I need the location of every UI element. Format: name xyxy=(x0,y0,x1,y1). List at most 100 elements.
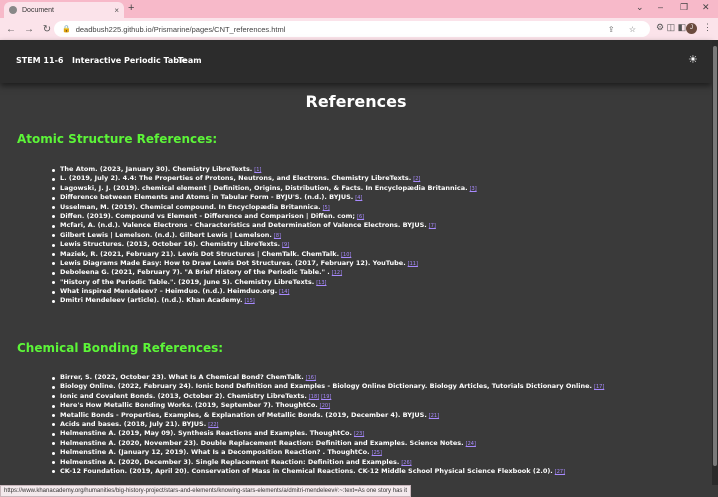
reference-item: Metallic Bonds - Properties, Examples, &… xyxy=(51,410,604,420)
reference-item: Helmenstine A. (2019, May 09). Synthesis… xyxy=(51,429,604,438)
reference-link[interactable]: [14] xyxy=(279,289,289,295)
lock-icon[interactable]: 🔒 xyxy=(62,25,71,33)
reference-text: CK-12 Foundation. (2019, April 20). Cons… xyxy=(60,466,553,475)
reference-item: Lagowski, J. J. (2019). chemical element… xyxy=(52,184,477,193)
browser-menu-icon[interactable]: ⋮ xyxy=(703,22,712,33)
reference-link[interactable]: [19] xyxy=(321,394,331,400)
reference-link[interactable]: [27] xyxy=(555,469,565,475)
reference-item: Lewis Diagrams Made Easy: How to Draw Le… xyxy=(52,258,477,268)
reference-text: Mcfari, A. (n.d.). Valence Electrons - C… xyxy=(60,221,427,230)
reference-item: Helmenstine A. (January 12, 2019). What … xyxy=(51,448,604,457)
browser-tab-strip: Document × + ⌄ – ❐ ✕ xyxy=(0,0,718,18)
minimize-button[interactable]: – xyxy=(658,2,663,12)
status-bar-url: https://www.khanacademy.org/humanities/b… xyxy=(0,485,412,497)
reference-link[interactable]: [25] xyxy=(372,450,382,456)
restore-button[interactable]: ❐ xyxy=(680,2,688,13)
reference-text: Birrer, S. (2022, October 23). What Is A… xyxy=(60,373,304,381)
reference-text: Biology Online. (2022, February 24). Ion… xyxy=(60,382,593,391)
reference-link[interactable]: [12] xyxy=(332,270,342,276)
reference-item: Helmenstine A. (2020, December 3). Singl… xyxy=(51,457,604,467)
reference-link[interactable]: [15] xyxy=(244,298,254,304)
section-heading-bonding: Chemical Bonding References: xyxy=(17,341,224,355)
tab-title: Document xyxy=(22,6,54,14)
profile-avatar[interactable]: J xyxy=(686,23,697,34)
reference-text: Helmenstine A. (January 12, 2019). What … xyxy=(60,448,370,457)
reference-link[interactable]: [5] xyxy=(323,205,330,211)
reference-link[interactable]: [7] xyxy=(429,223,436,229)
reference-text: Difference between Elements and Atoms in… xyxy=(60,193,354,202)
bonding-reference-list: Birrer, S. (2022, October 23). What Is A… xyxy=(51,373,604,476)
reference-text: L. (2019, July 2). 4.4: The Properties o… xyxy=(60,174,412,183)
reference-item: Acids and bases. (2018, July 21). BYJUS.… xyxy=(51,419,604,429)
nav-link-team[interactable]: Team xyxy=(178,56,202,65)
reload-button[interactable]: ↻ xyxy=(40,24,54,35)
reference-item: "History of the Periodic Table.". (2019,… xyxy=(52,277,477,287)
nav-link-periodic-table[interactable]: Interactive Periodic Table xyxy=(72,56,187,65)
reference-link[interactable]: [22] xyxy=(208,422,218,428)
reference-text: Ionic and Covalent Bonds. (2013, October… xyxy=(60,391,307,400)
reference-item: What inspired Mendeleev? – Heimduo. (n.d… xyxy=(52,287,477,296)
reference-link[interactable]: [2] xyxy=(413,176,420,182)
site-navbar: STEM 11-6 Interactive Periodic Table Tea… xyxy=(0,40,712,83)
reference-link[interactable]: [16] xyxy=(306,375,316,381)
reference-link[interactable]: [21] xyxy=(429,413,439,419)
forward-button[interactable]: → xyxy=(22,24,36,35)
reference-item: Diffen. (2019). Compound vs Element - Di… xyxy=(52,211,477,221)
reference-text: What inspired Mendeleev? – Heimduo. (n.d… xyxy=(60,287,278,296)
reference-item: The Atom. (2023, January 30). Chemistry … xyxy=(52,165,477,174)
extensions-icon[interactable]: ⚙ ◫ ◧ xyxy=(656,22,686,33)
page-title: References xyxy=(305,92,407,111)
new-tab-button[interactable]: + xyxy=(128,2,134,14)
reference-text: Metallic Bonds - Properties, Examples, &… xyxy=(60,410,427,419)
tab-close-icon[interactable]: × xyxy=(114,6,119,15)
reference-link[interactable]: [13] xyxy=(316,280,326,286)
reference-item: Ionic and Covalent Bonds. (2013, October… xyxy=(51,391,604,401)
reference-link[interactable]: [4] xyxy=(355,195,362,201)
bookmark-star-icon[interactable]: ⇪ ☆ xyxy=(608,25,642,34)
favicon-icon xyxy=(9,6,17,14)
reference-link[interactable]: [17] xyxy=(594,384,604,390)
back-button[interactable]: ← xyxy=(4,24,18,35)
reference-link[interactable]: [1] xyxy=(254,167,261,173)
reference-link[interactable]: [9] xyxy=(282,242,289,248)
reference-text: Helmenstine A. (2020, December 3). Singl… xyxy=(60,457,400,466)
reference-link[interactable]: [6] xyxy=(357,214,364,220)
reference-item: L. (2019, July 2). 4.4: The Properties o… xyxy=(52,174,477,183)
scrollbar-thumb[interactable] xyxy=(713,46,717,466)
reference-item: Helmenstine A. (2020, November 23). Doub… xyxy=(51,439,604,448)
browser-toolbar: ← → ↻ 🔒 deadbush225.github.io/Prismarine… xyxy=(0,18,718,40)
reference-text: Deboleena G. (2021, February 7). "A Brie… xyxy=(60,268,330,277)
reference-text: The Atom. (2023, January 30). Chemistry … xyxy=(60,165,253,173)
reference-link[interactable]: [24] xyxy=(466,441,476,447)
reference-link[interactable]: [18] xyxy=(309,394,319,400)
reference-text: Gilbert Lewis | Lemelson. (n.d.). Gilber… xyxy=(60,230,272,239)
reference-link[interactable]: [23] xyxy=(354,431,364,437)
reference-text: "History of the Periodic Table.". (2019,… xyxy=(60,277,315,286)
window-close-button[interactable]: ✕ xyxy=(702,2,710,13)
reference-link[interactable]: [26] xyxy=(401,460,411,466)
reference-text: Lewis Diagrams Made Easy: How to Draw Le… xyxy=(60,258,406,267)
reference-text: Here's How Metallic Bonding Works. (2019… xyxy=(60,401,318,410)
reference-item: Deboleena G. (2021, February 7). "A Brie… xyxy=(52,268,477,277)
reference-text: Helmenstine A. (2019, May 09). Synthesis… xyxy=(60,429,352,438)
reference-text: Acids and bases. (2018, July 21). BYJUS. xyxy=(60,419,207,428)
reference-item: Maziek, R. (2021, February 21). Lewis Do… xyxy=(52,250,477,259)
reference-item: Lewis Structures. (2013, October 16). Ch… xyxy=(52,240,477,249)
reference-link[interactable]: [8] xyxy=(274,233,281,239)
nav-link-stem[interactable]: STEM 11-6 xyxy=(16,56,63,65)
reference-text: Diffen. (2019). Compound vs Element - Di… xyxy=(60,211,355,220)
reference-link[interactable]: [10] xyxy=(341,252,351,258)
reference-text: Dmitri Mendeleev (article). (n.d.). Khan… xyxy=(60,296,243,305)
reference-link[interactable]: [3] xyxy=(470,186,477,192)
address-bar[interactable]: 🔒 deadbush225.github.io/Prismarine/pages… xyxy=(54,21,650,37)
reference-link[interactable]: [11] xyxy=(408,261,418,267)
tab-search-icon[interactable]: ⌄ xyxy=(636,2,644,13)
theme-toggle-icon[interactable]: ☀ xyxy=(688,53,698,66)
reference-link[interactable]: [20] xyxy=(320,403,330,409)
browser-tab[interactable]: Document × xyxy=(4,2,124,18)
address-url[interactable]: deadbush225.github.io/Prismarine/pages/C… xyxy=(76,25,608,34)
reference-item: CK-12 Foundation. (2019, April 20). Cons… xyxy=(51,466,604,476)
reference-item: Difference between Elements and Atoms in… xyxy=(52,193,477,202)
reference-item: Dmitri Mendeleev (article). (n.d.). Khan… xyxy=(52,296,477,305)
reference-text: Lewis Structures. (2013, October 16). Ch… xyxy=(60,240,281,249)
